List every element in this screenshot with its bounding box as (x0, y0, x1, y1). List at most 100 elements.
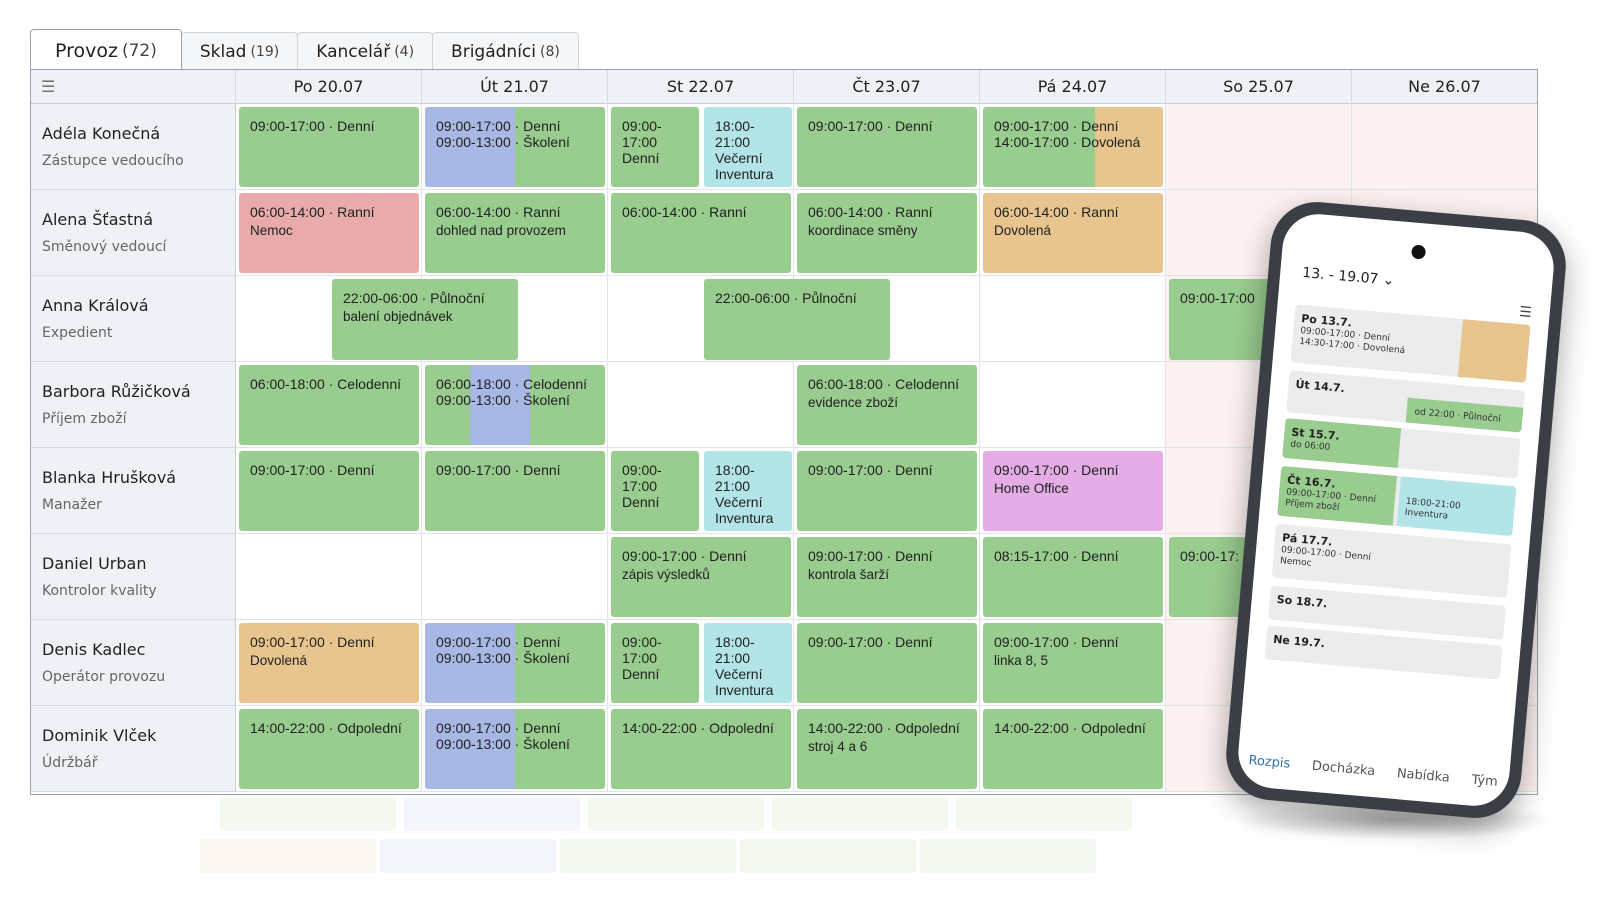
shift-block[interactable]: 09:00-17:00 · Denní (797, 623, 977, 703)
shift-block[interactable]: 18:00- 21:00 Večerní Inventura (704, 107, 792, 187)
shift-text: 06:00-18:00 · Celodenní evidence zboží (808, 376, 977, 411)
shift-block[interactable]: 09:00- 17:00 Denní (611, 107, 699, 187)
day-header[interactable]: Pá 24.07 (980, 70, 1166, 104)
shift-block[interactable]: 09:00- 17:00 Denní (611, 623, 699, 703)
shift-text: 06:00-14:00 · Ranní koordinace směny (808, 204, 977, 239)
employee-cell[interactable]: Alena Šťastná Směnový vedoucí (31, 190, 236, 276)
day-header[interactable]: Po 20.07 (236, 70, 422, 104)
shift-line: 09:00-17: (1180, 548, 1240, 564)
employee-cell[interactable]: Daniel Urban Kontrolor kvality (31, 534, 236, 620)
shift-block[interactable]: 14:00-22:00 · Odpolední (239, 709, 419, 789)
shift-text: 09:00-17:00 · Denní (250, 118, 419, 134)
shift-text: 08:15-17:00 · Denní (994, 548, 1163, 564)
phone-day-card[interactable]: Čt 16.7. 09:00-17:00 · Denní Příjem zboží 1… (1277, 465, 1517, 537)
day-header[interactable]: St 22.07 (608, 70, 794, 104)
day-header[interactable]: Čt 23.07 (794, 70, 980, 104)
shift-block[interactable]: 09:00-17:00 · Denní 09:00-13:00 · Školení (425, 623, 605, 703)
shift-line: 17:00 (622, 134, 658, 150)
phone-week-selector[interactable]: 13. - 19.07 ⌄ (1302, 265, 1396, 289)
shift-block[interactable]: 06:00-14:00 · Ranní Nemoc (239, 193, 419, 273)
phone-nav-nabidka[interactable]: Nabídka (1396, 766, 1450, 786)
reflection-block (560, 839, 736, 873)
team-tabs: Provoz (72) Sklad (19) Kancelář (4) Brigádn… (30, 28, 579, 71)
shift-block[interactable]: 09:00-17:00 · Denní (425, 451, 605, 531)
shift-block[interactable]: 22:00-06:00 · Půlnoční balení objednávek (332, 279, 518, 360)
employee-cell[interactable]: Blanka Hrušková Manažer (31, 448, 236, 534)
shift-block[interactable]: 06:00-14:00 · Ranní koordinace směny (797, 193, 977, 273)
shift-block[interactable]: 06:00-18:00 · Celodenní evidence zboží (797, 365, 977, 445)
employee-cell[interactable]: Adéla Konečná Zástupce vedoucího (31, 104, 236, 190)
shift-text: 09:00-17:00 · Denní 09:00-13:00 · Školení (436, 118, 605, 150)
phone-nav-tym[interactable]: Tým (1471, 772, 1498, 789)
shift-block[interactable]: 09:00-17:00 · Denní 09:00-13:00 · Školení (425, 709, 605, 789)
shift-block[interactable]: 09:00-17:00 · Denní (797, 451, 977, 531)
shift-block[interactable]: 14:00-22:00 · Odpolední (611, 709, 791, 789)
shift-block[interactable]: 09:00-17:00 · Denní Home Office (983, 451, 1163, 531)
day-header[interactable]: Ne 26.07 (1352, 70, 1537, 104)
shift-text: 09:00-17:00 (1180, 290, 1289, 306)
day-header[interactable]: Út 21.07 (422, 70, 608, 104)
shift-block[interactable]: 06:00-18:00 · Celodenní 09:00-13:00 · Ško… (425, 365, 605, 445)
shift-text: 09:00-17:00 · Denní kontrola šarží (808, 548, 977, 583)
shift-block[interactable]: 09:00-17:00 · Denní Dovolená (239, 623, 419, 703)
reflection-block (956, 797, 1132, 831)
shift-block[interactable]: 09:00-17:00 · Denní (239, 451, 419, 531)
shift-line: 09:00-17:00 · Denní (250, 118, 375, 134)
shift-text: 06:00-14:00 · Ranní Nemoc (250, 204, 419, 239)
shift-block[interactable]: 18:00- 21:00 Večerní Inventura (704, 623, 792, 703)
shift-block[interactable]: 06:00-14:00 · Ranní dohled nad provozem (425, 193, 605, 273)
tab-brigadnici[interactable]: Brigádníci (8) (432, 32, 579, 70)
phone-nav-dochazka[interactable]: Docházka (1311, 758, 1375, 778)
shift-block[interactable]: 06:00-14:00 · Ranní (611, 193, 791, 273)
shift-block[interactable]: 09:00-17:00 · Denní zápis výsledků (611, 537, 791, 617)
shift-line: 09:00-17:00 · Denní (994, 634, 1119, 650)
day-cell[interactable] (980, 362, 1166, 448)
shift-line: Večerní (715, 666, 763, 682)
shift-block[interactable]: 09:00-17:00 · Denní (239, 107, 419, 187)
shift-line: Večerní (715, 494, 763, 510)
day-cell[interactable] (980, 276, 1166, 362)
employee-cell[interactable]: Denis Kadlec Operátor provozu (31, 620, 236, 706)
day-cell[interactable] (1166, 104, 1352, 190)
shift-block[interactable]: 22:00-06:00 · Půlnoční (704, 279, 890, 360)
phone-nav-rozpis[interactable]: Rozpis (1248, 753, 1291, 772)
employee-name: Blanka Hrušková (42, 468, 177, 487)
shift-block[interactable]: 09:00- 17:00 Denní (611, 451, 699, 531)
shift-line: 09:00-17:00 · Denní (250, 462, 375, 478)
tab-kancelar[interactable]: Kancelář (4) (297, 32, 434, 70)
shift-block[interactable]: 09:00-17:00 · Denní kontrola šarží (797, 537, 977, 617)
shift-line: 06:00-18:00 · Celodenní (436, 376, 587, 392)
shift-block[interactable]: 06:00-18:00 · Celodenní (239, 365, 419, 445)
shift-block[interactable]: 09:00-17:00 · Denní linka 8, 5 (983, 623, 1163, 703)
day-cell[interactable] (422, 534, 608, 620)
shift-line: 09:00-17:00 · Denní (808, 634, 933, 650)
shift-text: 22:00-06:00 · Půlnoční balení objednávek (343, 290, 518, 325)
day-header[interactable]: So 25.07 (1166, 70, 1352, 104)
shift-block[interactable]: 14:00-22:00 · Odpolední (983, 709, 1163, 789)
tab-provoz[interactable]: Provoz (72) (30, 29, 182, 71)
shift-line: 09:00-17:00 · Denní (994, 462, 1119, 478)
shift-line: 06:00-14:00 · Ranní (250, 204, 375, 220)
shift-block[interactable]: 09:00-17:00 · Denní 14:00-17:00 · Dovolen… (983, 107, 1163, 187)
day-cell[interactable] (608, 362, 794, 448)
shift-block[interactable]: 18:00- 21:00 Večerní Inventura (704, 451, 792, 531)
shift-line: 18:00- (715, 634, 755, 650)
phone-menu-icon[interactable]: ☰ (1518, 304, 1532, 321)
grid-menu-icon[interactable]: ☰ (31, 70, 236, 104)
phone-day-card[interactable]: Pá 17.7. 09:00-17:00 · Denní Nemoc (1271, 523, 1512, 598)
employee-cell[interactable]: Dominik Vlček Údržbář (31, 706, 236, 792)
shift-block[interactable]: 09:00-17:00 · Denní 09:00-13:00 · Školení (425, 107, 605, 187)
shift-block[interactable]: 14:00-22:00 · Odpolední stroj 4 a 6 (797, 709, 977, 789)
tab-sklad[interactable]: Sklad (19) (180, 32, 299, 70)
shift-line: 22:00-06:00 · Půlnoční (715, 290, 857, 306)
shift-line: 09:00-17:00 · Denní (436, 118, 561, 134)
employee-cell[interactable]: Barbora Růžičková Příjem zboží (31, 362, 236, 448)
day-cell[interactable] (1352, 104, 1537, 190)
employee-cell[interactable]: Anna Králová Expedient (31, 276, 236, 362)
phone-day-card[interactable]: Po 13.7. 09:00-17:00 · Denní 14:30-17:00 ·… (1290, 304, 1531, 383)
day-cell[interactable] (236, 534, 422, 620)
shift-block[interactable]: 06:00-14:00 · Ranní Dovolená (983, 193, 1163, 273)
shift-line: linka 8, 5 (994, 653, 1049, 668)
shift-block[interactable]: 09:00-17:00 · Denní (797, 107, 977, 187)
shift-block[interactable]: 08:15-17:00 · Denní (983, 537, 1163, 617)
